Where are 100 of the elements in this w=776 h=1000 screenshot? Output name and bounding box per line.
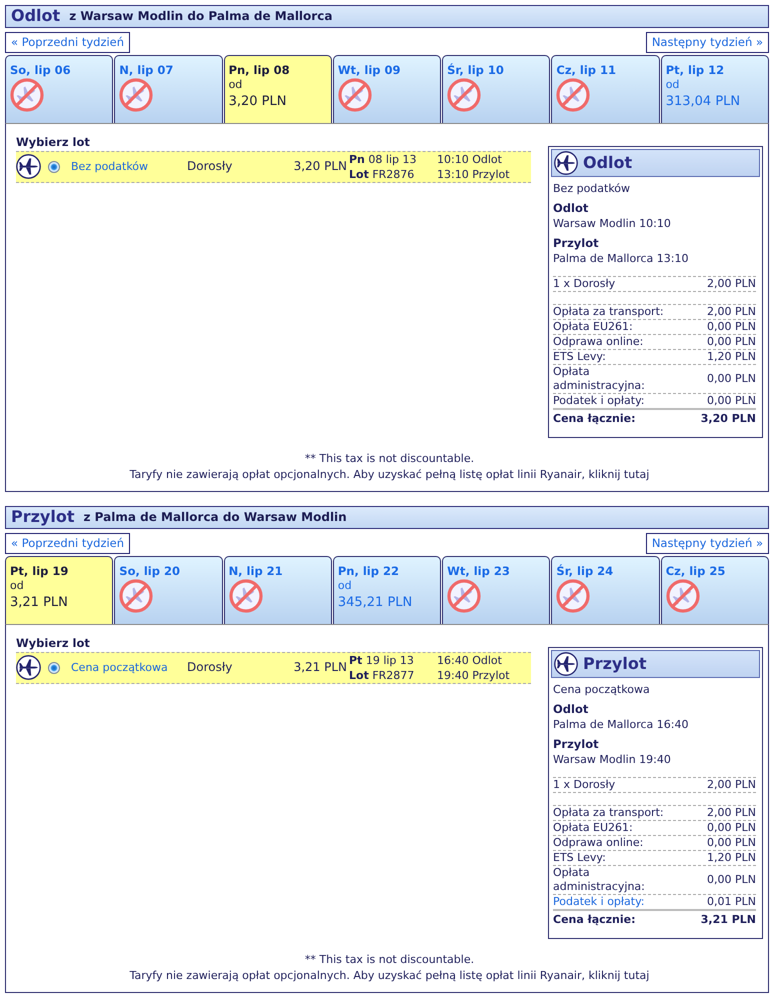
date-tab[interactable]: Pn, lip 22 od 345,21 PLN [332,556,442,624]
previous-week-button[interactable]: « Poprzedni tydzień [5,32,130,53]
fees-info-link[interactable]: Taryfy nie zawierają opłat opcjonalnych. Aby uzyskać pełną listę opłat linii Ryanair, kliknij tutaj [130,468,650,481]
date-tab[interactable]: Śr, lip 24 [551,556,660,624]
no-flights-icon [447,578,482,613]
total-amount: 3,20 PLN [700,411,756,427]
footnote-text: ** This tax is not discountable. [304,451,476,467]
date-tab[interactable]: Wt, lip 09 [332,55,442,123]
fare-name: Cena początkowa [553,682,651,698]
fee-amount: 2,00 PLN [706,305,756,319]
footnote-text: ** This tax is not discountable. [304,952,476,968]
fee-amount: 2,00 PLN [706,806,756,820]
flight-number: Lot FR2876 [349,166,416,182]
fee-amount: 0,00 PLN [706,836,756,850]
section-title: Przylot [11,507,74,528]
arrival-time: 13:10 Przylot [437,166,510,182]
plane-icon [554,151,578,175]
no-flights-icon [228,578,263,613]
fee-amount: 0,00 PLN [706,873,756,887]
total-label: Cena łącznie: [553,411,637,427]
fee-label: Podatek i opłaty: [553,394,646,408]
fee-label: ETS Levy: [553,851,607,865]
radio-button[interactable] [48,662,60,674]
departure-info: Warsaw Modlin 10:10 [553,216,672,232]
plane-icon [16,154,41,180]
departure-heading: Odlot [553,200,590,216]
fee-amount: 0,00 PLN [706,821,756,835]
date-tab[interactable]: Pt, lip 12 od 313,04 PLN [660,55,769,123]
previous-week-button[interactable]: « Poprzedni tydzień [5,533,130,554]
flight-price: 3,21 PLN [292,660,347,676]
departure-time: 16:40 Odlot [437,652,503,668]
date-tab[interactable]: Śr, lip 10 [442,55,550,123]
date-tab[interactable]: Pt, lip 19 od 3,21 PLN [5,556,114,624]
arrival-heading: Przylot [553,736,600,752]
fare-link[interactable]: Cena początkowa [71,660,187,676]
no-flights-icon [556,578,590,613]
route-text: z Palma de Mallorca do Warsaw Modlin [83,510,347,526]
flight-number: Lot FR2877 [349,668,416,683]
flight-date: Pn 08 lip 13 [349,152,418,167]
passenger-amount: 2,00 PLN [706,277,756,291]
fee-label: Opłata EU261: [553,821,634,835]
passenger-type: Dorosły [187,660,234,676]
radio-button[interactable] [48,160,60,173]
date-tab[interactable]: Cz, lip 11 [551,55,660,123]
fee-amount: 0,00 PLN [706,320,756,334]
fee-amount: 0,00 PLN [706,372,756,386]
fees-info-link[interactable]: Taryfy nie zawierają opłat opcjonalnych. Aby uzyskać pełną listę opłat linii Ryanair, kliknij tutaj [130,969,650,982]
plane-icon [554,652,578,676]
departure-heading: Odlot [553,701,590,717]
arrival-time: 19:40 Przylot [437,668,510,683]
total-amount: 3,21 PLN [700,912,756,928]
fee-amount: 0,00 PLN [706,335,756,349]
passenger-type: Dorosły [187,159,234,175]
date-tab[interactable]: So, lip 06 [5,55,114,123]
next-week-button[interactable]: Następny tydzień » [646,32,769,53]
fee-amount: 0,00 PLN [706,394,756,408]
arrival-heading: Przylot [553,235,600,251]
date-tab[interactable]: Cz, lip 25 [660,556,769,624]
summary-title: Odlot [583,152,632,174]
summary-title: Przylot [583,654,646,674]
fee-link[interactable]: Podatek i opłaty: [553,895,645,908]
date-tab[interactable]: Pn, lip 08 od 3,20 PLN [224,55,332,123]
section-heading: Wybierz lot [16,135,91,150]
fee-amount: 0,01 PLN [706,895,756,909]
fee-label: Opłata administracyjna: [553,866,646,894]
arrival-info: Warsaw Modlin 19:40 [553,752,672,768]
fare-name: Bez podatków [553,181,632,197]
no-flights-icon [10,78,44,112]
passenger-count: 1 x Dorosły [553,277,616,291]
no-flights-icon [119,578,154,613]
departure-info: Palma de Mallorca 16:40 [553,717,690,733]
passenger-amount: 2,00 PLN [706,778,756,792]
route-text: z Warsaw Modlin do Palma de Mallorca [69,8,332,24]
fee-label: Opłata za transport: [553,305,665,319]
fee-label: ETS Levy: [553,350,607,364]
date-tab[interactable]: Wt, lip 23 [442,556,550,624]
section-heading: Wybierz lot [16,636,91,651]
flight-date: Pt 19 lip 13 [349,652,415,668]
no-flights-icon [666,578,700,613]
fee-label: Odprawa online: [553,335,644,349]
fee-label: Opłata za transport: [553,806,665,820]
total-label: Cena łącznie: [553,912,637,928]
flight-price: 3,20 PLN [292,159,347,175]
date-tab[interactable]: N, lip 21 [224,556,332,624]
passenger-count: 1 x Dorosły [553,778,616,792]
no-flights-icon [447,78,482,112]
date-tab[interactable]: N, lip 07 [114,55,223,123]
no-flights-icon [556,78,590,112]
section-title: Odlot [11,6,60,27]
departure-time: 10:10 Odlot [437,152,503,167]
fare-link[interactable]: Bez podatków [71,160,187,174]
no-flights-icon [119,78,154,112]
no-flights-icon [338,78,372,112]
fee-amount: 1,20 PLN [706,350,756,364]
next-week-button[interactable]: Następny tydzień » [646,533,769,554]
fee-amount: 1,20 PLN [706,851,756,865]
fee-label: Opłata EU261: [553,320,634,334]
date-tab[interactable]: So, lip 20 [114,556,223,624]
fee-label: Opłata administracyjna: [553,365,646,393]
arrival-info: Palma de Mallorca 13:10 [553,251,690,267]
